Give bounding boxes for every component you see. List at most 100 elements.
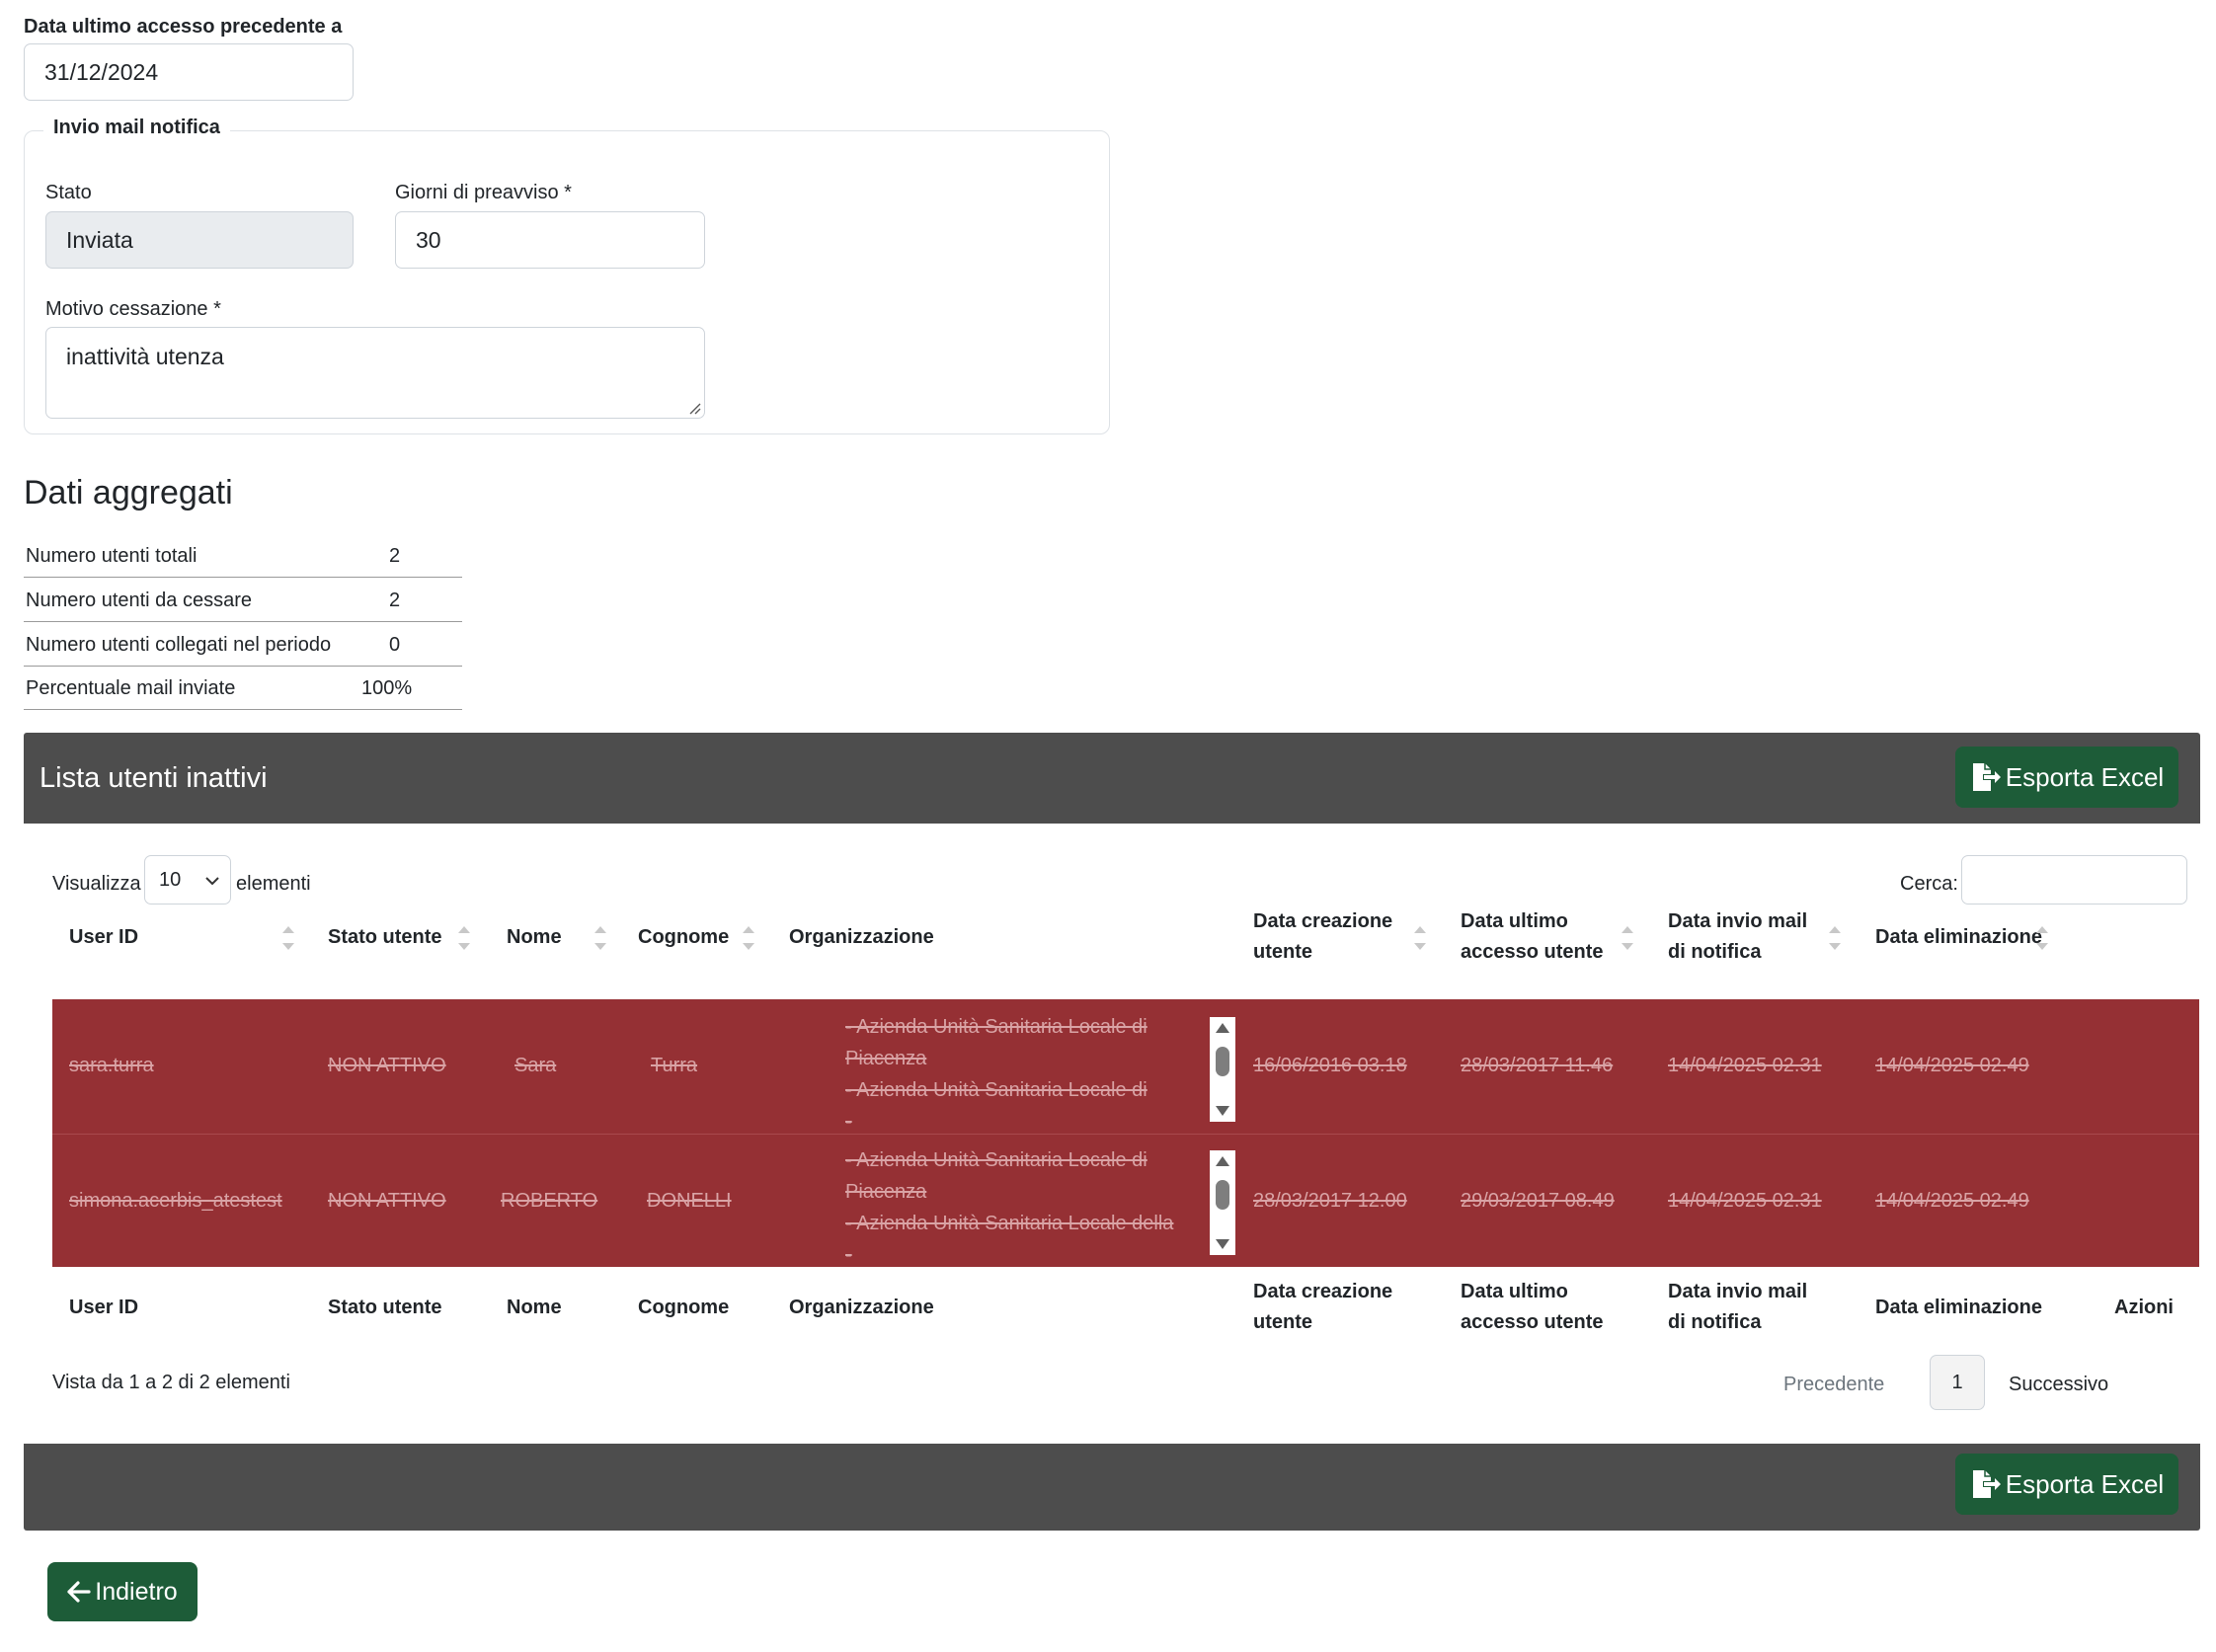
file-export-icon: [1972, 763, 2001, 791]
foot-eliminazione: Data eliminazione: [1875, 1297, 2042, 1318]
export-label: Esporta Excel: [2005, 1468, 2165, 1499]
cell-eliminazione: 14/04/2025 02.49: [1875, 1055, 2029, 1076]
scroll-thumb[interactable]: [1216, 1047, 1229, 1076]
cell-invio: 14/04/2025 02.31: [1668, 1055, 1822, 1076]
scroll-thumb[interactable]: [1216, 1180, 1229, 1210]
panel-body: Visualizza 10 elementi Cerca: User ID St…: [24, 824, 2200, 1444]
col-invio-line2: di notifica: [1668, 941, 1762, 963]
col-invio[interactable]: Data invio mail di notifica: [1668, 906, 1807, 968]
org-line: - Azienda Unità Sanitaria Locale di: [845, 1149, 1148, 1171]
agg-value: 100%: [361, 677, 413, 699]
cell-organizzazione: - Azienda Unità Sanitaria Locale di Piac…: [845, 1144, 1181, 1257]
last-access-input[interactable]: 31/12/2024: [24, 43, 354, 101]
scroll-down-arrow-icon[interactable]: [1216, 1239, 1229, 1249]
search-input[interactable]: [1961, 855, 2187, 905]
cell-stato: NON ATTIVO: [328, 1055, 446, 1076]
org-scrollbar[interactable]: [1210, 1150, 1235, 1255]
sort-icon[interactable]: [282, 922, 294, 954]
col-accesso[interactable]: Data ultimo accesso utente: [1461, 906, 1604, 968]
sort-icon[interactable]: [594, 922, 606, 954]
table-row[interactable]: simona.acerbis_atestest NON ATTIVO ROBER…: [52, 1135, 2199, 1267]
org-line: -: [845, 1111, 852, 1124]
panel-title: Lista utenti inattivi: [40, 762, 268, 794]
back-label: Indietro: [95, 1577, 178, 1606]
col-user-id[interactable]: User ID: [69, 922, 138, 953]
cell-accesso: 28/03/2017 11.46: [1461, 1055, 1614, 1076]
foot-nome: Nome: [507, 1297, 562, 1318]
sort-icon[interactable]: [1829, 922, 1841, 954]
org-line: - Azienda Unità Sanitaria Locale di: [845, 1079, 1148, 1101]
foot-user-id: User ID: [69, 1297, 139, 1318]
show-suffix: elementi: [236, 873, 311, 895]
agg-row: Numero utenti totali 2: [24, 533, 462, 578]
sort-icon[interactable]: [1414, 922, 1426, 954]
cell-accesso: 29/03/2017 08.49: [1461, 1190, 1615, 1212]
giorni-label: Giorni di preavviso *: [395, 182, 572, 203]
sort-icon[interactable]: [458, 922, 470, 954]
search-label: Cerca:: [1900, 873, 1958, 895]
agg-row: Numero utenti collegati nel periodo 0: [24, 622, 462, 667]
last-access-label: Data ultimo accesso precedente a: [24, 16, 343, 38]
foot-accesso-line1: Data ultimo: [1461, 1281, 1568, 1302]
stato-label: Stato: [45, 182, 92, 203]
foot-creazione: Data creazione utente: [1253, 1277, 1392, 1338]
table-info: Vista da 1 a 2 di 2 elementi: [52, 1372, 290, 1393]
foot-creazione-line1: Data creazione: [1253, 1281, 1393, 1302]
page-length-select[interactable]: 10: [144, 855, 231, 905]
cell-invio: 14/04/2025 02.31: [1668, 1190, 1822, 1212]
table-row[interactable]: sara.turra NON ATTIVO Sara Turra - Azien…: [52, 999, 2199, 1135]
pagination-next[interactable]: Successivo: [2009, 1374, 2108, 1396]
back-button[interactable]: Indietro: [47, 1562, 198, 1621]
scroll-up-arrow-icon[interactable]: [1216, 1156, 1229, 1166]
col-nome[interactable]: Nome: [507, 922, 562, 953]
export-excel-button-bottom[interactable]: Esporta Excel: [1955, 1454, 2178, 1515]
org-line: - Azienda Unità Sanitaria Locale di: [845, 1016, 1148, 1038]
foot-invio: Data invio mail di notifica: [1668, 1277, 1807, 1338]
foot-cognome: Cognome: [638, 1297, 730, 1318]
foot-azioni: Azioni: [2114, 1297, 2174, 1318]
motivo-label: Motivo cessazione *: [45, 298, 221, 320]
foot-organizzazione: Organizzazione: [789, 1297, 934, 1318]
foot-invio-line1: Data invio mail: [1668, 1281, 1808, 1302]
org-line: Piacenza: [845, 1181, 927, 1203]
agg-label: Numero utenti collegati nel periodo: [26, 634, 332, 656]
agg-label: Numero utenti da cessare: [26, 590, 253, 611]
cell-user-id: sara.turra: [69, 1055, 154, 1076]
motivo-textarea[interactable]: inattività utenza: [45, 327, 705, 419]
cell-nome: Sara: [514, 1055, 557, 1076]
pagination-prev[interactable]: Precedente: [1783, 1374, 1884, 1396]
giorni-field[interactable]: 30: [395, 211, 705, 269]
sort-icon[interactable]: [1622, 922, 1633, 954]
col-creazione[interactable]: Data creazione utente: [1253, 906, 1392, 968]
sort-icon[interactable]: [743, 922, 754, 954]
col-eliminazione[interactable]: Data eliminazione: [1875, 922, 2042, 953]
cell-cognome: DONELLI: [647, 1190, 732, 1212]
foot-accesso: Data ultimo accesso utente: [1461, 1277, 1604, 1338]
col-creazione-line2: utente: [1253, 941, 1312, 963]
col-organizzazione: Organizzazione: [789, 926, 934, 948]
cell-cognome: Turra: [651, 1055, 698, 1076]
export-excel-button-top[interactable]: Esporta Excel: [1955, 747, 2178, 808]
motivo-value: inattività utenza: [66, 344, 224, 369]
cell-creazione: 16/06/2016 03.18: [1253, 1055, 1407, 1076]
scroll-up-arrow-icon[interactable]: [1216, 1023, 1229, 1033]
pagination-page-1[interactable]: 1: [1930, 1355, 1985, 1410]
foot-stato: Stato utente: [328, 1297, 442, 1318]
org-line: -: [845, 1244, 852, 1257]
sort-icon[interactable]: [2036, 922, 2048, 954]
org-scrollbar[interactable]: [1210, 1017, 1235, 1122]
col-accesso-line2: accesso utente: [1461, 941, 1604, 963]
agg-value: 2: [389, 590, 401, 611]
cell-stato: NON ATTIVO: [328, 1190, 446, 1212]
cell-nome: ROBERTO: [501, 1190, 598, 1212]
resize-handle-icon[interactable]: [689, 403, 701, 415]
col-stato[interactable]: Stato utente: [328, 922, 442, 953]
scroll-down-arrow-icon[interactable]: [1216, 1106, 1229, 1116]
col-cognome[interactable]: Cognome: [638, 922, 729, 953]
cell-user-id: simona.acerbis_atestest: [69, 1190, 282, 1212]
foot-accesso-line2: accesso utente: [1461, 1311, 1604, 1333]
export-label: Esporta Excel: [2005, 761, 2165, 792]
stato-field: Inviata: [45, 211, 354, 269]
agg-value: 2: [389, 545, 401, 567]
inactive-users-panel: Lista utenti inattivi Esporta Excel Visu…: [24, 733, 2200, 1531]
